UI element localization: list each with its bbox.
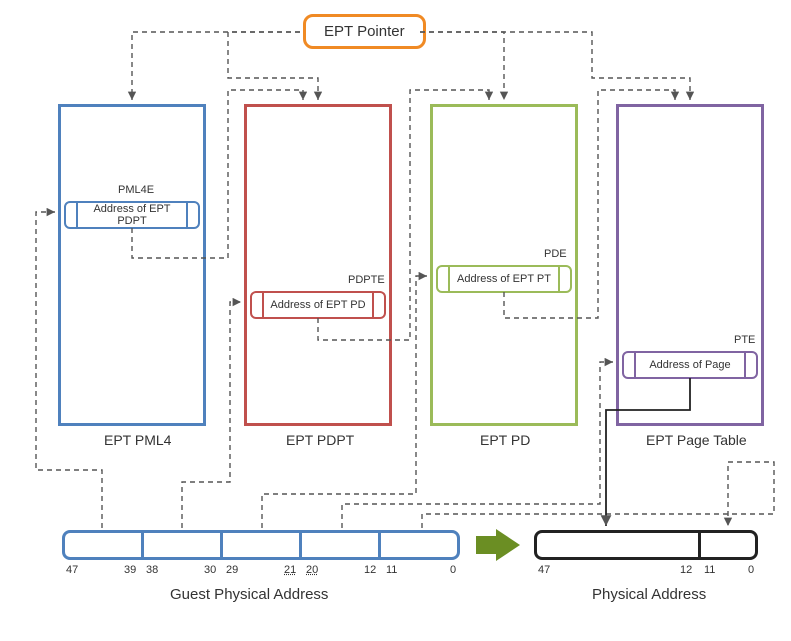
caption-pml4: EPT PML4 xyxy=(104,432,171,448)
entry-pml4e: Address of EPT PDPT xyxy=(64,201,200,229)
entry-pdpte: Address of EPT PD xyxy=(250,291,386,319)
arrow-tail xyxy=(476,536,496,554)
gpa-bit-38: 38 xyxy=(146,564,158,576)
gpa-seg-pt xyxy=(302,533,381,557)
gpa-bit-47: 47 xyxy=(66,564,78,576)
table-pt: Address of Page xyxy=(616,104,764,426)
pa-seg-offset xyxy=(701,533,755,557)
gpa-seg-pml4 xyxy=(65,533,144,557)
entry-pml4-text: Address of EPT PDPT xyxy=(78,203,186,227)
caption-pdpt: EPT PDPT xyxy=(286,432,354,448)
entry-pdpt-text: Address of EPT PD xyxy=(264,299,372,311)
gpa-bit-29: 29 xyxy=(226,564,238,576)
pa-bar xyxy=(534,530,758,560)
gpa-seg-offset xyxy=(381,533,457,557)
gpa-seg-pdpt xyxy=(144,533,223,557)
entry-pt-text: Address of Page xyxy=(636,359,744,371)
pa-bit-0: 0 xyxy=(748,564,754,576)
gpa-bit-0: 0 xyxy=(450,564,456,576)
tag-pdpte: PDPTE xyxy=(348,274,385,286)
caption-pd: EPT PD xyxy=(480,432,530,448)
gpa-bit-12: 12 xyxy=(364,564,376,576)
pa-bit-11: 11 xyxy=(704,564,715,576)
entry-pte: Address of Page xyxy=(622,351,758,379)
gpa-caption: Guest Physical Address xyxy=(170,586,328,603)
pa-caption: Physical Address xyxy=(592,586,706,603)
gpa-bar xyxy=(62,530,460,560)
entry-pd-text: Address of EPT PT xyxy=(450,273,558,285)
ept-pointer-label: EPT Pointer xyxy=(324,23,405,40)
caption-pt: EPT Page Table xyxy=(646,432,747,448)
ept-pointer-box: EPT Pointer xyxy=(303,14,426,49)
tag-pde: PDE xyxy=(544,248,567,260)
gpa-bit-11: 11 xyxy=(386,564,397,576)
gpa-bit-39: 39 xyxy=(124,564,136,576)
pa-seg-page xyxy=(537,533,701,557)
table-pml4: Address of EPT PDPT xyxy=(58,104,206,426)
pa-bit-47: 47 xyxy=(538,564,550,576)
gpa-bit-21: 21 xyxy=(284,564,296,576)
tag-pte: PTE xyxy=(734,334,755,346)
table-pdpt: Address of EPT PD xyxy=(244,104,392,426)
pa-bit-12: 12 xyxy=(680,564,692,576)
entry-pde: Address of EPT PT xyxy=(436,265,572,293)
arrow-head-icon xyxy=(496,529,520,561)
table-pd: Address of EPT PT xyxy=(430,104,578,426)
gpa-bit-30: 30 xyxy=(204,564,216,576)
gpa-seg-pd xyxy=(223,533,302,557)
tag-pml4e: PML4E xyxy=(118,184,154,196)
gpa-bit-20: 20 xyxy=(306,564,318,576)
